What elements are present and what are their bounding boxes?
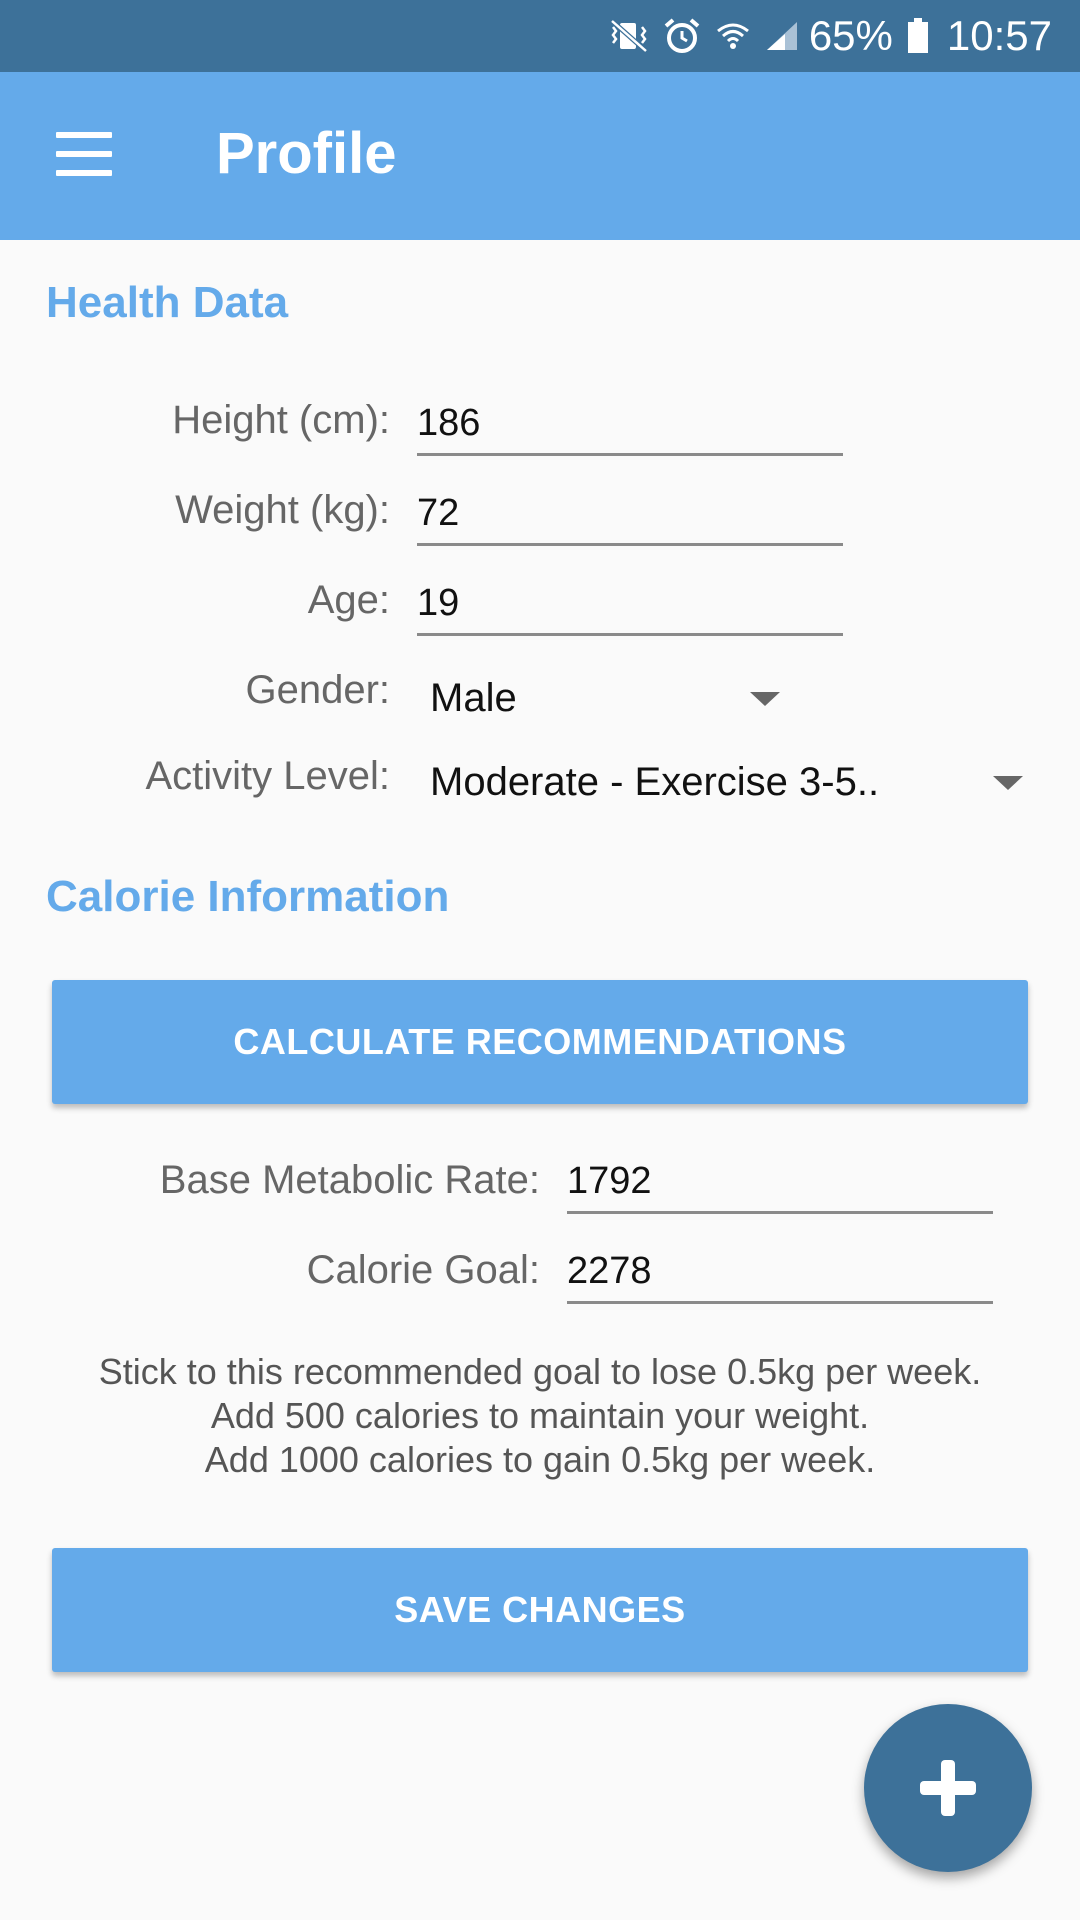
wifi-icon [715, 19, 751, 53]
signal-icon [765, 20, 799, 52]
chevron-down-icon [993, 776, 1023, 790]
gender-dropdown[interactable]: Male [430, 676, 790, 732]
calculate-recommendations-button[interactable]: CALCULATE RECOMMENDATIONS [52, 980, 1028, 1104]
gender-label: Gender: [245, 668, 390, 712]
health-data-heading: Health Data [46, 278, 289, 327]
note-line: Add 500 calories to maintain your weight… [210, 1395, 870, 1436]
calorie-goal-label: Calorie Goal: [306, 1248, 540, 1292]
activity-level-dropdown[interactable]: Moderate - Exercise 3-5.. [430, 760, 1030, 816]
note-line: Add 1000 calories to gain 0.5kg per week… [204, 1439, 876, 1480]
add-fab-button[interactable] [864, 1704, 1032, 1872]
age-label: Age: [307, 578, 390, 622]
activity-level-selected: Moderate - Exercise 3-5.. [430, 760, 880, 804]
gender-selected: Male [430, 676, 517, 720]
battery-icon [907, 18, 929, 54]
height-label: Height (cm): [172, 398, 390, 442]
hamburger-menu-icon[interactable] [56, 132, 112, 176]
alarm-icon [663, 18, 701, 54]
clock: 10:57 [946, 12, 1052, 59]
vibrate-mute-icon [609, 19, 649, 53]
bmr-input[interactable] [567, 1160, 993, 1214]
note-line: Stick to this recommended goal to lose 0… [98, 1351, 982, 1392]
calorie-goal-note: Stick to this recommended goal to lose 0… [0, 1350, 1080, 1482]
save-changes-button[interactable]: SAVE CHANGES [52, 1548, 1028, 1672]
weight-label: Weight (kg): [175, 488, 390, 532]
height-input[interactable] [417, 402, 843, 456]
weight-input[interactable] [417, 492, 843, 546]
age-input[interactable] [417, 582, 843, 636]
bmr-label: Base Metabolic Rate: [159, 1158, 540, 1202]
app-bar: Profile [0, 72, 1080, 240]
status-bar: 65% 10:57 [0, 0, 1080, 72]
page-title: Profile [216, 121, 397, 186]
calorie-information-heading: Calorie Information [46, 872, 450, 921]
activity-level-label: Activity Level: [145, 754, 390, 798]
calorie-goal-input[interactable] [567, 1250, 993, 1304]
battery-percent: 65% [808, 12, 893, 59]
chevron-down-icon [750, 692, 780, 706]
